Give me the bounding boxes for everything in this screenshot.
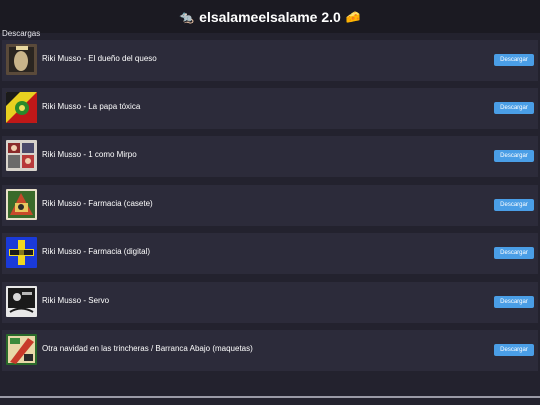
- download-title: Riki Musso - La papa tóxica: [42, 102, 141, 111]
- download-title: Riki Musso - Servo: [42, 296, 110, 305]
- download-row: Otra navidad en las trincheras / Barranc…: [2, 330, 538, 371]
- download-button[interactable]: Descargar: [494, 344, 534, 356]
- horizontal-scrollbar[interactable]: [0, 396, 540, 398]
- download-button[interactable]: Descargar: [494, 199, 534, 211]
- album-cover-icon: [6, 286, 37, 317]
- download-button[interactable]: Descargar: [494, 150, 534, 162]
- download-title: Otra navidad en las trincheras / Barranc…: [42, 344, 253, 353]
- album-cover-icon: [6, 237, 37, 268]
- download-row: Riki Musso - La papa tóxica Descargar: [2, 88, 538, 129]
- download-button[interactable]: Descargar: [494, 296, 534, 308]
- album-cover-icon: [6, 92, 37, 123]
- download-button[interactable]: Descargar: [494, 54, 534, 66]
- download-title: Riki Musso - Farmacia (digital): [42, 247, 151, 256]
- album-cover-icon: [6, 44, 37, 75]
- download-button[interactable]: Descargar: [494, 102, 534, 114]
- album-cover-icon: [6, 140, 37, 171]
- page-title: elsalameelsalame 2.0: [199, 8, 341, 25]
- download-row: Riki Musso - Farmacia (casete) Descargar: [2, 185, 538, 226]
- section-title: Descargas: [2, 29, 41, 38]
- download-row: Riki Musso - El dueño del queso Descarga…: [2, 40, 538, 81]
- download-row: Riki Musso - Servo Descargar: [2, 282, 538, 323]
- page-header: 🐀 elsalameelsalame 2.0 🧀: [0, 0, 540, 33]
- rat-icon: 🐀: [179, 9, 195, 24]
- album-cover-icon: [6, 189, 37, 220]
- download-row: Riki Musso - 1 como Mirpo Descargar: [2, 136, 538, 177]
- download-title: Riki Musso - Farmacia (casete): [42, 199, 153, 208]
- download-title: Riki Musso - El dueño del queso: [42, 54, 157, 63]
- download-title: Riki Musso - 1 como Mirpo: [42, 150, 137, 159]
- download-button[interactable]: Descargar: [494, 247, 534, 259]
- album-cover-icon: [6, 334, 37, 365]
- cheese-icon: 🧀: [345, 9, 361, 24]
- download-row: Riki Musso - Farmacia (digital) Descarga…: [2, 233, 538, 274]
